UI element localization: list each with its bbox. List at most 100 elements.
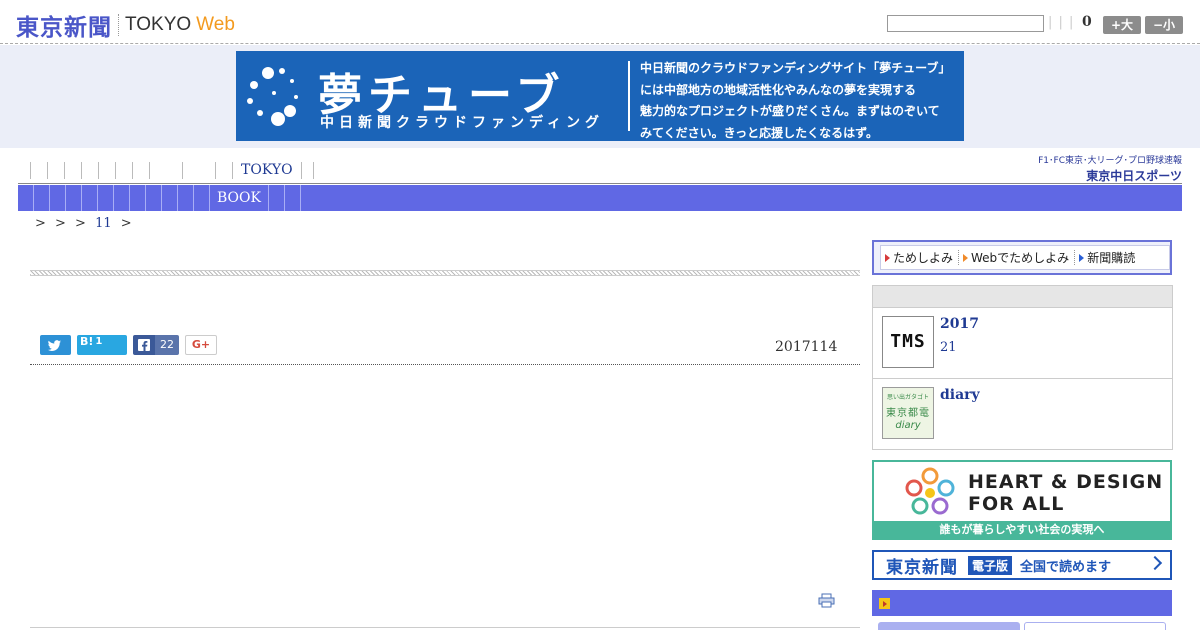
category-nav: BOOK <box>18 185 1182 211</box>
list-item-subtitle[interactable]: 21 <box>940 340 957 355</box>
global-nav-item[interactable] <box>30 161 47 179</box>
category-nav-item[interactable] <box>18 185 34 211</box>
article-bottom-divider <box>30 627 860 628</box>
list-item-title[interactable]: diary <box>940 387 980 403</box>
chevron-right-icon <box>1147 555 1163 571</box>
search-input[interactable] <box>887 15 1044 32</box>
global-nav-item[interactable] <box>115 161 132 179</box>
category-nav-item[interactable] <box>130 185 146 211</box>
subscribe-link[interactable]: 新聞購読 <box>1075 250 1140 265</box>
trial-reading-link[interactable]: ためしよみ <box>881 250 960 265</box>
heart-design-title: HEART & DESIGN FOR ALL <box>968 471 1163 515</box>
category-nav-item[interactable] <box>66 185 82 211</box>
google-plus-share-button[interactable]: G+ <box>185 335 217 355</box>
tokyo-chunichi-sports-link[interactable]: F1･FC東京･大リーグ･プロ野球速報 東京中日スポーツ <box>1022 153 1182 184</box>
digital-edition-banner[interactable]: 東京新聞 電子版 全国で読めます <box>872 550 1172 580</box>
web-trial-reading-label: Webでためしよみ <box>971 251 1070 265</box>
chunichi-sports-tagline: F1･FC東京･大リーグ･プロ野球速報 <box>1038 156 1182 166</box>
heart-design-emblem-icon <box>905 467 955 515</box>
ad-divider <box>628 61 630 131</box>
tms-thumbnail: TMS <box>882 316 934 368</box>
category-nav-item[interactable] <box>50 185 66 211</box>
category-nav-item[interactable] <box>114 185 130 211</box>
tms-thumbnail-text: TMS <box>890 331 926 352</box>
global-nav-item[interactable] <box>81 161 98 179</box>
twitter-share-button[interactable] <box>40 335 71 355</box>
top-header: 東京新聞 TOKYO Web | | | 0 +大 −小 <box>0 0 1200 44</box>
hatena-count: 1 <box>95 336 103 347</box>
facebook-share-button[interactable]: 22 <box>133 335 179 355</box>
global-nav-item[interactable] <box>182 161 215 179</box>
ad-desc-line: 中日新聞のクラウドファンディングサイト「夢チューブ」 <box>640 61 951 75</box>
ranking-header <box>872 590 1172 616</box>
category-nav-item[interactable] <box>146 185 162 211</box>
ranking-tab-active[interactable] <box>878 622 1020 630</box>
category-nav-item[interactable] <box>285 185 301 211</box>
category-nav-item[interactable] <box>178 185 194 211</box>
ad-desc-line: には中部地方の地域活性化やみんなの夢を実現する <box>640 82 917 97</box>
facebook-count: 22 <box>155 335 179 355</box>
ad-desc-line: 魅力的なプロジェクトが盛りだくさん。まずはのぞいて <box>640 104 940 118</box>
category-nav-item[interactable] <box>162 185 178 211</box>
nav-divider <box>18 183 1182 184</box>
global-nav-item[interactable] <box>300 161 314 179</box>
site-logo[interactable]: 東京新聞 TOKYO Web <box>16 8 235 42</box>
subscribe-label: 新聞購読 <box>1087 251 1136 265</box>
heart-design-banner[interactable]: HEART & DESIGN FOR ALL 誰もが暮らしやすい社会の実現へ <box>872 460 1172 540</box>
global-nav-item[interactable] <box>132 161 149 179</box>
ranking-tab[interactable] <box>1024 622 1166 630</box>
breadcrumb-link[interactable]: 11 <box>95 216 112 231</box>
sidebar-feature-list: TMS 2017 21 思い出ガタゴト 東京都電 diary diary <box>872 285 1173 450</box>
subscription-links-inner: ためしよみ Webでためしよみ 新聞購読 <box>880 245 1170 270</box>
search-separators: | | | <box>1048 15 1075 30</box>
subscription-links: ためしよみ Webでためしよみ 新聞購読 <box>872 240 1172 275</box>
category-nav-item[interactable] <box>98 185 114 211</box>
article-date-divider <box>30 364 860 365</box>
category-nav-item[interactable] <box>194 185 210 211</box>
logo-tokyo-shimbun: 東京新聞 <box>16 15 112 41</box>
logo-divider <box>118 14 119 36</box>
triangle-bullet-icon <box>885 253 890 262</box>
dot-circle-icon <box>247 67 298 126</box>
font-size-value: 0 <box>1082 14 1092 30</box>
chunichi-sports-logo: 東京中日スポーツ <box>1086 169 1182 183</box>
hatena-icon: B! <box>80 335 94 348</box>
hatena-bookmark-button[interactable]: B! 1 <box>77 335 127 355</box>
global-nav-item[interactable] <box>215 161 232 179</box>
list-item-title[interactable]: 2017 <box>940 316 979 332</box>
facebook-icon <box>133 335 155 355</box>
yume-tube-ad-banner[interactable]: 夢チューブ 中日新聞クラウドファンディング 中日新聞のクラウドファンディングサイ… <box>236 51 964 141</box>
article-header-rule <box>30 270 860 276</box>
heart-design-title-line: FOR ALL <box>968 493 1065 515</box>
global-nav-item-tokyo[interactable]: TOKYO <box>232 161 301 179</box>
play-arrow-icon <box>879 598 890 609</box>
ad-subtitle: 中日新聞クラウドファンディング <box>320 115 605 131</box>
list-item[interactable]: TMS 2017 21 <box>873 308 1172 379</box>
global-nav-item[interactable] <box>47 161 64 179</box>
global-nav-item[interactable] <box>64 161 81 179</box>
digital-edition-text: 全国で読めます <box>1020 559 1112 575</box>
diary-thumbnail: 思い出ガタゴト 東京都電 diary <box>882 387 934 439</box>
logo-web-text: Web <box>196 14 235 35</box>
diary-thumbnail-line: 東京都電 <box>886 408 930 419</box>
twitter-icon <box>47 340 61 351</box>
sidebar-list-header <box>873 286 1172 308</box>
font-size-decrease-button[interactable]: −小 <box>1145 16 1183 34</box>
list-item[interactable]: 思い出ガタゴト 東京都電 diary diary <box>873 379 1172 450</box>
article-date: 2017114 <box>775 339 838 355</box>
print-icon[interactable] <box>818 593 835 608</box>
logo-tokyo-text: TOKYO <box>125 14 192 35</box>
category-nav-item[interactable] <box>82 185 98 211</box>
heart-design-footer: 誰もが暮らしやすい社会の実現へ <box>874 521 1170 538</box>
digital-edition-badge: 電子版 <box>968 555 1013 575</box>
heart-design-title-line: HEART & DESIGN <box>968 471 1164 493</box>
font-size-increase-button[interactable]: +大 <box>1103 16 1141 34</box>
category-nav-item[interactable] <box>269 185 285 211</box>
global-nav: TOKYO <box>30 160 314 180</box>
triangle-bullet-icon <box>1079 253 1085 262</box>
global-nav-item[interactable] <box>98 161 115 179</box>
global-nav-item[interactable] <box>149 161 182 179</box>
web-trial-reading-link[interactable]: Webでためしよみ <box>959 250 1076 265</box>
category-nav-item-book[interactable]: BOOK <box>210 185 269 211</box>
category-nav-item[interactable] <box>34 185 50 211</box>
